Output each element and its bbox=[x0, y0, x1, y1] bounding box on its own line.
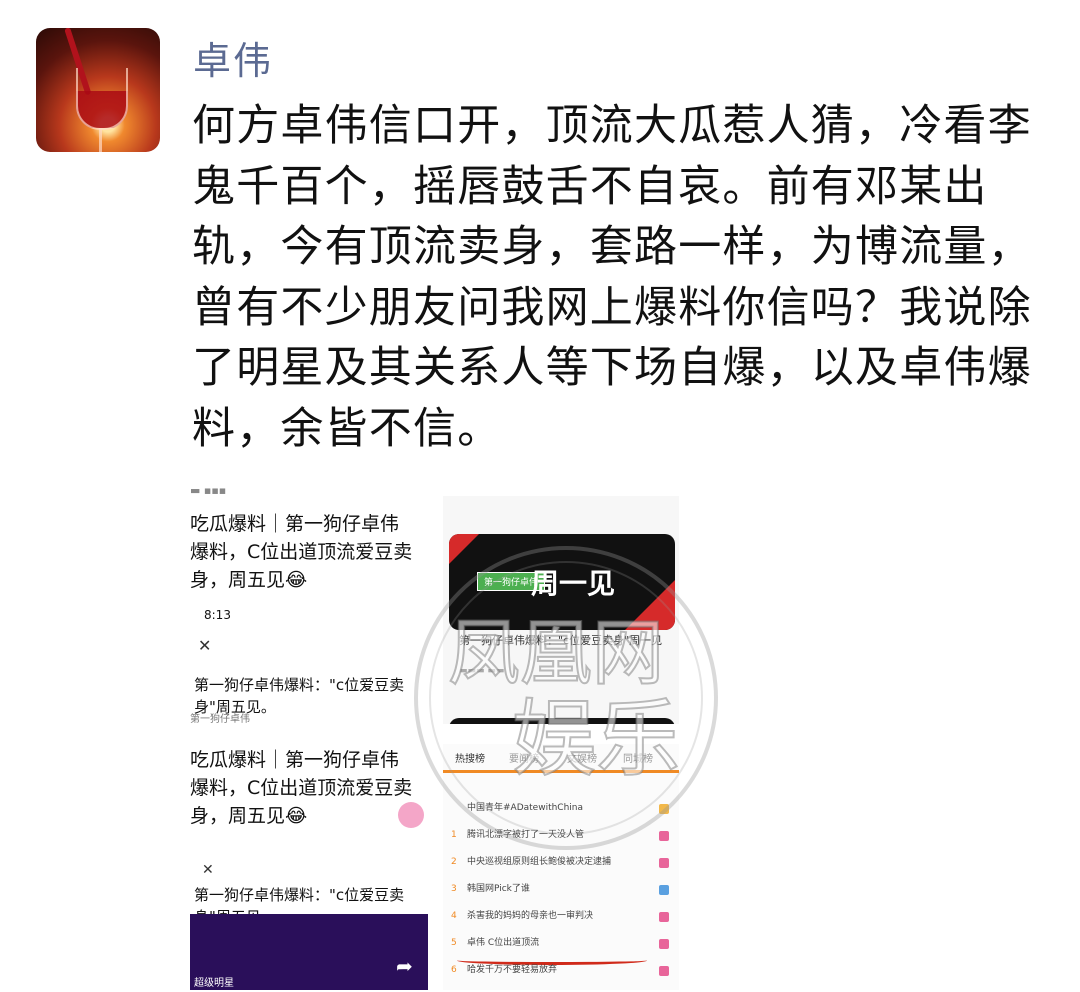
tab-local[interactable]: 同城榜 bbox=[623, 750, 653, 765]
video-caption: 第一狗仔卓伟爆料："c位爱豆卖身"周一见 bbox=[459, 634, 663, 647]
red-triangle-shape bbox=[625, 580, 675, 630]
status-time: 8:13 bbox=[204, 608, 231, 622]
post-text: 何方卓伟信口开，顶流大瓜惹人猜，冷看李鬼千百个，摇唇鼓舌不自哀。前有邓某出轨，今… bbox=[192, 101, 1032, 454]
next-video-cover bbox=[449, 718, 675, 724]
status-bar-fragment: ▬ ▪▪▪ bbox=[190, 484, 227, 497]
video-label: 超级明星 bbox=[194, 978, 234, 989]
share-icon[interactable]: ➦ bbox=[396, 954, 413, 978]
wine-glass-icon bbox=[76, 68, 128, 130]
rank-row[interactable]: 6 哈发千万不要轻易放弃 bbox=[451, 962, 671, 989]
close-icon[interactable]: ✕ bbox=[202, 862, 214, 878]
tab-news[interactable]: 要闻榜 bbox=[509, 750, 539, 765]
rank-row[interactable]: 4 杀害我的妈妈的母亲也一审判决 bbox=[451, 908, 671, 935]
article-tag: 第一狗仔卓伟 bbox=[190, 714, 250, 724]
hot-search-tabs: 热搜榜 要闻榜 文娱榜 同城榜 bbox=[443, 744, 679, 773]
image-headline: 吃瓜爆料｜第一狗仔卓伟爆料，C位出道顶流爱豆卖身，周五见😂 bbox=[190, 513, 413, 591]
post-image-1[interactable]: ▬ ▪▪▪ 吃瓜爆料｜第一狗仔卓伟爆料，C位出道顶流爱豆卖身，周五见😂 8:13… bbox=[190, 484, 432, 724]
rank-row[interactable]: 中国青年#ADatewithChina bbox=[451, 800, 671, 827]
rank-row[interactable]: 1 腾讯北漂字被打了一天没人管 bbox=[451, 827, 671, 854]
video-meta: ▬▬▬ ▬▬ bbox=[459, 666, 505, 676]
video-bar: 超级明星 ➦ bbox=[190, 914, 428, 990]
video-cover: 第一狗仔卓伟 周一见 bbox=[449, 534, 675, 630]
user-avatar bbox=[398, 802, 424, 828]
tab-hot[interactable]: 热搜榜 bbox=[455, 750, 485, 765]
tab-ent[interactable]: 文娱榜 bbox=[567, 750, 597, 765]
image-headline: 吃瓜爆料｜第一狗仔卓伟爆料，C位出道顶流爱豆卖身，周五见😂 bbox=[190, 749, 413, 827]
post-image-4[interactable]: 热搜榜 要闻榜 文娱榜 同城榜 中国青年#ADatewithChina 1 腾讯北… bbox=[443, 744, 679, 990]
author-name[interactable]: 卓伟 bbox=[193, 30, 273, 85]
cover-title: 周一见 bbox=[531, 567, 616, 600]
red-triangle-shape bbox=[449, 534, 479, 574]
post-image-2[interactable]: 第一狗仔卓伟 周一见 第一狗仔卓伟爆料："c位爱豆卖身"周一见 ▬▬▬ ▬▬ bbox=[443, 496, 679, 724]
rank-row[interactable]: 2 中央巡视组原则组长鲍俊被决定逮捕 bbox=[451, 854, 671, 881]
rank-row[interactable]: 3 韩国网Pick了谁 bbox=[451, 881, 671, 908]
author-avatar[interactable] bbox=[36, 28, 160, 152]
post-image-3[interactable]: 吃瓜爆料｜第一狗仔卓伟爆料，C位出道顶流爱豆卖身，周五见😂 ✕ 第一狗仔卓伟爆料… bbox=[190, 744, 428, 990]
close-icon[interactable]: ✕ bbox=[198, 636, 211, 655]
wine-glass-stem bbox=[99, 128, 102, 152]
